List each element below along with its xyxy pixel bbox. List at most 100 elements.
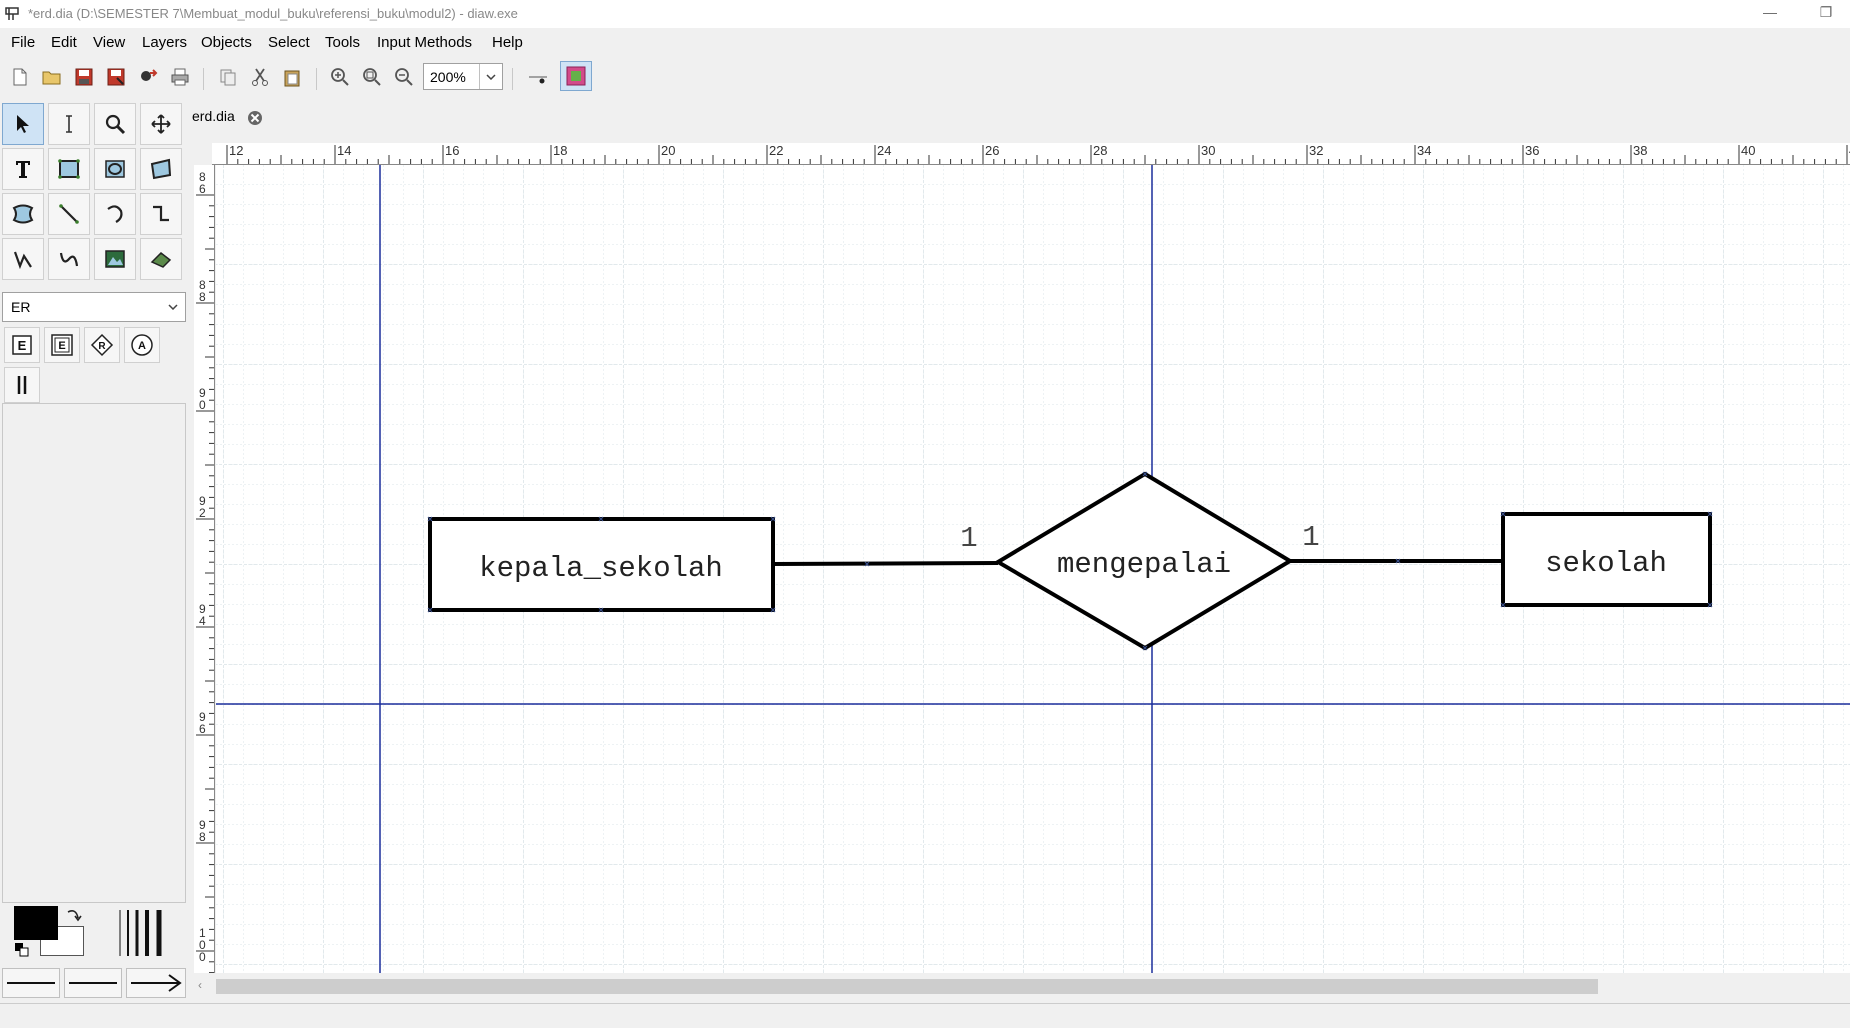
tool-palette-area	[2, 403, 186, 903]
menu-file[interactable]: File	[11, 34, 35, 51]
magnify-icon[interactable]	[94, 103, 136, 145]
cardinality-left: 1	[960, 522, 977, 555]
ruler-label: 20	[661, 143, 675, 158]
swap-colors-icon[interactable]	[64, 906, 84, 926]
line-width-icon[interactable]	[116, 908, 170, 958]
svg-text:E: E	[18, 338, 27, 353]
outline-icon[interactable]	[140, 238, 182, 280]
ruler-label: 12	[229, 143, 243, 158]
save-icon[interactable]	[72, 65, 96, 89]
relationship-label: mengepalai	[1057, 548, 1231, 581]
menu-tools[interactable]: Tools	[325, 34, 360, 51]
toolbox: ER E E R A	[0, 100, 188, 1000]
ruler-label: 8	[199, 290, 206, 304]
relationship-icon[interactable]: R	[84, 327, 120, 363]
toolbar-separator	[203, 68, 204, 90]
ruler-label: 18	[553, 143, 567, 158]
entity-sekolah[interactable]: sekolah	[1501, 512, 1712, 607]
connection-line-left[interactable]	[772, 561, 999, 566]
close-icon[interactable]	[246, 109, 264, 127]
diagram-canvas[interactable]: kepala_sekolah mengepalai sekolah 1 1	[216, 165, 1850, 973]
zigzag-line-icon[interactable]	[140, 193, 182, 235]
pointer-icon[interactable]	[2, 103, 44, 145]
attribute-icon[interactable]: A	[124, 327, 160, 363]
line-icon[interactable]	[48, 193, 90, 235]
tab-erd-dia[interactable]: erd.dia	[192, 108, 235, 134]
chevron-down-icon[interactable]	[161, 293, 185, 321]
minimize-button[interactable]: —	[1760, 4, 1780, 22]
menu-input-methods[interactable]: Input Methods	[377, 34, 472, 51]
svg-text:A: A	[138, 340, 146, 352]
new-file-icon[interactable]	[8, 65, 32, 89]
scroll-icon[interactable]	[140, 103, 182, 145]
menu-select[interactable]: Select	[268, 34, 310, 51]
ruler-label: 40	[1741, 143, 1755, 158]
status-bar	[0, 1003, 1850, 1028]
default-colors-icon[interactable]	[14, 942, 30, 958]
ruler-label: 2	[199, 506, 206, 520]
tab-label: erd.dia	[192, 108, 235, 124]
cardinality-right: 1	[1302, 521, 1319, 554]
line-style-selector[interactable]	[64, 968, 122, 998]
beziergon-icon[interactable]	[2, 193, 44, 235]
text-edit-icon[interactable]	[48, 103, 90, 145]
title-bar: *erd.dia (D:\SEMESTER 7\Membuat_modul_bu…	[0, 0, 1850, 28]
menu-bar: File Edit View Layers Objects Select Too…	[0, 30, 1850, 55]
ruler-label: 16	[445, 143, 459, 158]
entity-label: kepala_sekolah	[479, 552, 723, 585]
menu-layers[interactable]: Layers	[142, 34, 187, 51]
chevron-down-icon[interactable]	[479, 64, 502, 89]
sheet-value: ER	[11, 299, 31, 315]
text-tool-icon[interactable]	[2, 148, 44, 190]
polyline-icon[interactable]	[2, 238, 44, 280]
toolbar-separator	[512, 68, 513, 90]
ruler-label: 26	[985, 143, 999, 158]
box-icon[interactable]	[48, 148, 90, 190]
start-arrow-selector[interactable]	[2, 968, 60, 998]
entity-kepala-sekolah[interactable]: kepala_sekolah	[428, 517, 775, 612]
zoom-value: 200%	[430, 69, 466, 85]
snap-to-objects-icon[interactable]	[560, 61, 592, 91]
participation-icon[interactable]	[4, 367, 40, 403]
ruler-label: 30	[1201, 143, 1215, 158]
ruler-label: 14	[337, 143, 351, 158]
ruler-label: 22	[769, 143, 783, 158]
copy-icon[interactable]	[216, 65, 240, 89]
zoom-out-icon[interactable]	[392, 65, 416, 89]
zoom-fit-icon[interactable]	[360, 65, 384, 89]
menu-objects[interactable]: Objects	[201, 34, 252, 51]
end-arrow-selector[interactable]	[126, 968, 186, 998]
zoom-combo[interactable]: 200%	[423, 63, 503, 90]
ruler-label: 8	[199, 830, 206, 844]
paste-icon[interactable]	[280, 65, 304, 89]
arc-icon[interactable]	[94, 193, 136, 235]
horizontal-ruler: 1214161820222426283032343638404244	[212, 143, 1850, 165]
scroll-left-arrow-icon[interactable]: ‹	[198, 978, 212, 994]
zoom-in-icon[interactable]	[328, 65, 352, 89]
sheet-selector[interactable]: ER	[2, 292, 186, 322]
cut-icon[interactable]	[248, 65, 272, 89]
save-as-icon[interactable]	[104, 65, 128, 89]
horizontal-scrollbar-thumb[interactable]	[216, 979, 1598, 994]
ruler-label: 32	[1309, 143, 1323, 158]
open-folder-icon[interactable]	[40, 65, 64, 89]
image-icon[interactable]	[94, 238, 136, 280]
menu-edit[interactable]: Edit	[51, 34, 77, 51]
bezier-line-icon[interactable]	[48, 238, 90, 280]
polygon-icon[interactable]	[140, 148, 182, 190]
window-title: *erd.dia (D:\SEMESTER 7\Membuat_modul_bu…	[28, 6, 518, 21]
snap-to-grid-icon[interactable]	[526, 65, 550, 89]
dia-app-icon	[5, 7, 19, 20]
svg-text:R: R	[98, 341, 106, 352]
ruler-label: 0	[199, 398, 206, 412]
menu-help[interactable]: Help	[492, 34, 523, 51]
vertical-ruler: 86889092949698100	[194, 165, 215, 973]
restore-button[interactable]: ❐	[1816, 4, 1836, 22]
export-icon[interactable]	[136, 65, 160, 89]
print-icon[interactable]	[168, 65, 192, 89]
ruler-label: 28	[1093, 143, 1107, 158]
weak-entity-icon[interactable]: E	[44, 327, 80, 363]
menu-view[interactable]: View	[93, 34, 125, 51]
ellipse-icon[interactable]	[94, 148, 136, 190]
entity-icon[interactable]: E	[4, 327, 40, 363]
